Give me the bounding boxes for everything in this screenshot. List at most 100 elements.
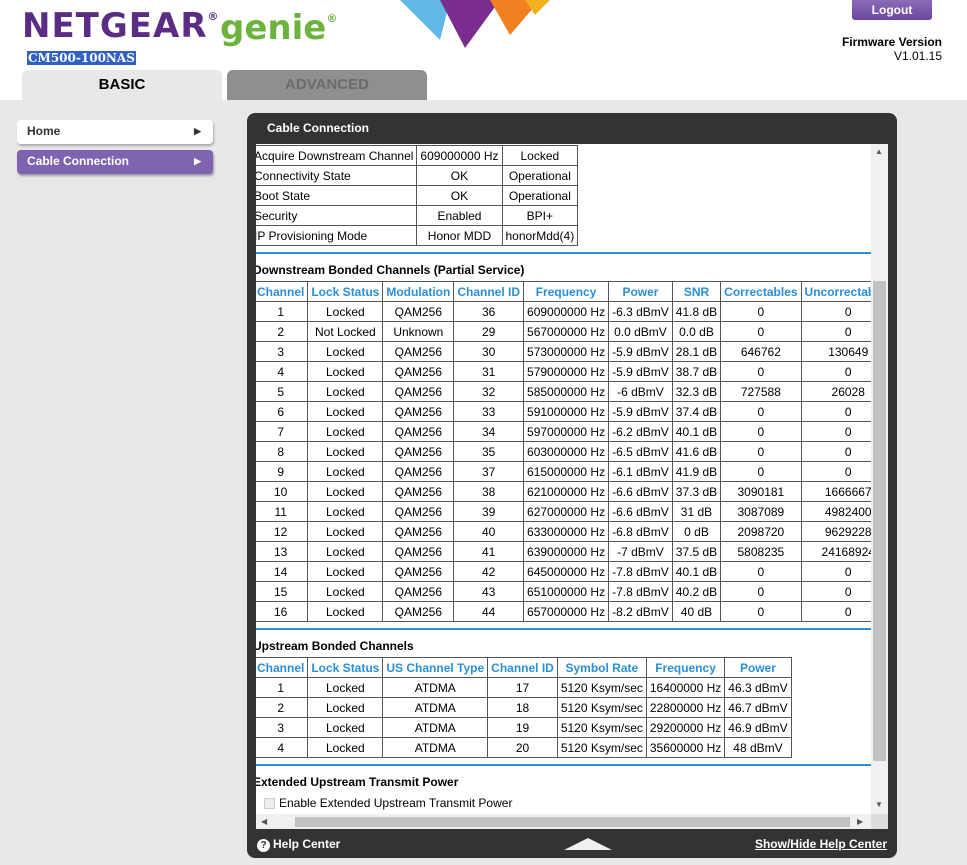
table-cell: QAM256 [382, 501, 455, 522]
help-center-button[interactable]: ? Help Center [257, 837, 340, 852]
table-cell: 7 [256, 421, 309, 442]
section-divider [256, 252, 871, 254]
table-cell: -5.9 dBmV [608, 341, 673, 362]
table-cell: 627000000 Hz [523, 501, 610, 522]
table-row: 9 Locked QAM256 37 615000000 Hz -6.1 dBmV 41.9… [256, 461, 871, 482]
table-cell: honorMdd(4) [501, 225, 579, 246]
table-cell: 5120 Ksym/sec [556, 697, 647, 718]
table-cell: 0 [800, 461, 871, 482]
column-header: Frequency [523, 281, 610, 302]
table-cell: Locked [501, 145, 579, 166]
scroll-area[interactable]: Acquire Downstream Channel 609000000 Hz Lo… [256, 144, 871, 814]
table-cell: Locked [307, 481, 384, 502]
scroll-left-icon[interactable]: ◀ [261, 817, 267, 826]
table-cell: Acquire Downstream Channel [256, 145, 418, 166]
scroll-up-icon[interactable]: ▲ [875, 147, 883, 156]
vertical-scroll-thumb[interactable] [873, 281, 886, 761]
table-cell: 40 dB [671, 601, 722, 622]
table-cell: 579000000 Hz [523, 361, 610, 382]
table-cell: 5 [256, 381, 309, 402]
table-cell: 657000000 Hz [523, 601, 610, 622]
logout-button[interactable]: Logout [852, 0, 932, 20]
downstream-title: Downstream Bonded Channels (Partial Serv… [256, 263, 525, 277]
table-cell: Locked [307, 601, 384, 622]
table-cell: 573000000 Hz [523, 341, 610, 362]
firmware-value: V1.01.15 [893, 49, 942, 63]
tab-advanced[interactable]: ADVANCED [227, 70, 427, 100]
table-cell: 639000000 Hz [523, 541, 610, 562]
extended-power-label: Enable Extended Upstream Transmit Power [279, 796, 513, 810]
panel-footer: ? Help Center Show/Hide Help Center [247, 833, 897, 858]
table-row: 15 Locked QAM256 43 651000000 Hz -7.8 dBmV 40.… [256, 581, 871, 602]
table-cell: 3 [256, 341, 309, 362]
table-cell: 10 [256, 481, 309, 502]
sidebar-item-label: Cable Connection [27, 154, 130, 168]
column-header: Lock Status [307, 281, 384, 302]
table-row: 4 Locked ATDMA 20 5120 Ksym/sec 35600000 Hz 48… [256, 737, 792, 758]
table-cell: Operational [501, 165, 579, 186]
netgear-logo: NETGEAR® [22, 6, 220, 46]
extended-power-checkbox[interactable] [264, 798, 275, 810]
sidebar-item-cable-connection[interactable]: Cable Connection ▶ [17, 150, 213, 174]
header: NETGEAR® genie® CM500-100NAS Logout Firm… [0, 0, 967, 100]
table-cell: QAM256 [382, 301, 455, 322]
table-cell: -6.3 dBmV [608, 301, 673, 322]
table-row: IP Provisioning Mode Honor MDD honorMdd(4) [256, 225, 579, 246]
column-header: Power [724, 657, 792, 678]
table-cell: 29200000 Hz [645, 717, 726, 738]
scroll-down-icon[interactable]: ▼ [875, 800, 883, 809]
table-cell: 633000000 Hz [523, 521, 610, 542]
horizontal-scrollbar[interactable]: ◀ ▶ [256, 814, 871, 829]
table-row: 1 Locked ATDMA 17 5120 Ksym/sec 16400000 Hz 46… [256, 677, 792, 698]
table-cell: 0 [800, 361, 871, 382]
table-cell: 22800000 Hz [645, 697, 726, 718]
horizontal-scroll-thumb[interactable] [295, 817, 850, 827]
table-cell: 42 [453, 561, 525, 582]
tab-basic[interactable]: BASIC [22, 70, 222, 100]
table-cell: -7.8 dBmV [608, 561, 673, 582]
show-hide-help-link[interactable]: Show/Hide Help Center [755, 837, 887, 851]
table-row: 7 Locked QAM256 34 597000000 Hz -6.2 dBmV 40.1… [256, 421, 871, 442]
expand-up-icon[interactable] [564, 838, 612, 850]
table-row: Acquire Downstream Channel 609000000 Hz Lo… [256, 145, 579, 166]
column-header: Frequency [645, 657, 726, 678]
table-cell: 130649 [800, 341, 871, 362]
table-cell: -6 dBmV [608, 381, 673, 402]
section-divider [256, 628, 871, 630]
table-cell: -5.9 dBmV [608, 361, 673, 382]
table-cell: Locked [307, 521, 384, 542]
table-cell: 2 [256, 697, 309, 718]
table-cell: 0.0 dBmV [608, 321, 673, 342]
table-cell: 16 [256, 601, 309, 622]
table-cell: 40 [453, 521, 525, 542]
table-cell: ATDMA [382, 717, 489, 738]
table-cell: 31 [453, 361, 525, 382]
table-cell: 38 [453, 481, 525, 502]
table-row: 4 Locked QAM256 31 579000000 Hz -5.9 dBmV 38.7… [256, 361, 871, 382]
table-cell: Enabled [416, 205, 503, 226]
table-cell: 13 [256, 541, 309, 562]
table-cell: 615000000 Hz [523, 461, 610, 482]
table-cell: Honor MDD [416, 225, 503, 246]
table-cell: 5808235 [720, 541, 802, 562]
table-cell: 41 [453, 541, 525, 562]
sidebar-item-home[interactable]: Home ▶ [17, 120, 213, 144]
table-cell: -6.8 dBmV [608, 521, 673, 542]
extended-title: Extended Upstream Transmit Power [256, 775, 459, 789]
table-row: 13 Locked QAM256 41 639000000 Hz -7 dBmV 37.5 … [256, 541, 871, 562]
table-cell: 9 [256, 461, 309, 482]
scroll-right-icon[interactable]: ▶ [857, 817, 863, 826]
table-cell: Locked [307, 301, 384, 322]
table-cell: 20 [487, 737, 558, 758]
table-cell: Locked [307, 697, 384, 718]
vertical-scrollbar[interactable]: ▲ ▼ [871, 144, 888, 814]
table-row: 5 Locked QAM256 32 585000000 Hz -6 dBmV 32.3 d… [256, 381, 871, 402]
table-cell: 0 dB [671, 521, 722, 542]
table-cell: QAM256 [382, 481, 455, 502]
column-header: Modulation [382, 281, 455, 302]
table-cell: 24168924 [800, 541, 871, 562]
table-cell: -7.8 dBmV [608, 581, 673, 602]
column-header: US Channel Type [382, 657, 489, 678]
table-cell: 0 [720, 441, 802, 462]
arrow-right-icon: ▶ [194, 126, 201, 136]
